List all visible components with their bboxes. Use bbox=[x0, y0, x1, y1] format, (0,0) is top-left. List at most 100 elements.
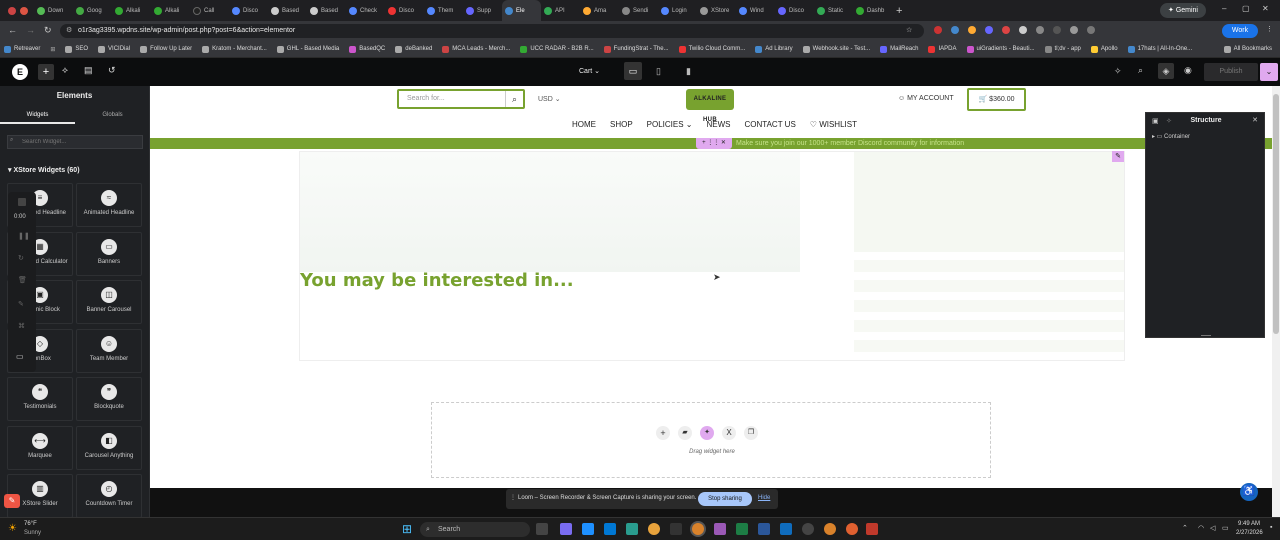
close-icon[interactable]: ✕ bbox=[1252, 116, 1258, 124]
widget-search-input[interactable] bbox=[7, 135, 143, 149]
search-icon[interactable]: ⌕ bbox=[1138, 65, 1143, 76]
browser-tab[interactable]: Call bbox=[190, 0, 229, 21]
extension-icon[interactable] bbox=[1002, 26, 1010, 34]
bookmark[interactable]: tl;dv - app bbox=[1044, 45, 1081, 53]
browser-tab[interactable]: Ama bbox=[580, 0, 619, 21]
forward-icon[interactable]: → bbox=[26, 25, 35, 35]
browser-tab[interactable]: Goog bbox=[73, 0, 112, 21]
site-logo[interactable]: ALKALINE HUB bbox=[686, 89, 734, 123]
nav-shop[interactable]: SHOP bbox=[610, 120, 633, 129]
section-handle[interactable]: + ⋮⋮ ✕ bbox=[696, 138, 732, 149]
app-icon[interactable] bbox=[780, 523, 792, 535]
nav-contact[interactable]: CONTACT US bbox=[745, 120, 796, 129]
chrome-active-icon[interactable] bbox=[692, 523, 704, 535]
bookmark[interactable]: FundingStrat - The... bbox=[603, 45, 669, 53]
search-icon[interactable]: ⌕ bbox=[505, 91, 523, 107]
stop-sharing-button[interactable]: Stop sharing bbox=[698, 492, 752, 506]
browser-tab[interactable]: Alkali bbox=[112, 0, 151, 21]
chrome-profile-icon[interactable] bbox=[846, 523, 858, 535]
site-settings-icon[interactable]: ⟡ bbox=[62, 65, 68, 76]
page-scrollbar[interactable] bbox=[1272, 86, 1280, 517]
browser-tab[interactable]: Sendi bbox=[619, 0, 658, 21]
windows-start-icon[interactable]: ⊞ bbox=[402, 522, 412, 536]
bookmark[interactable]: BasedQC bbox=[349, 45, 385, 53]
bookmark[interactable]: MCA Leads - Merch... bbox=[442, 45, 510, 53]
browser-tab[interactable]: Check bbox=[346, 0, 385, 21]
app-icon[interactable] bbox=[714, 523, 726, 535]
profile-work-button[interactable]: Work bbox=[1222, 24, 1258, 38]
all-bookmarks[interactable]: All Bookmarks bbox=[1223, 45, 1272, 53]
excel-icon[interactable] bbox=[736, 523, 748, 535]
site-search-input[interactable]: Search for... ⌕ bbox=[397, 89, 525, 109]
maximize-icon[interactable]: ▢ bbox=[1242, 4, 1250, 13]
currency-selector[interactable]: USD ⌄ bbox=[538, 95, 561, 103]
bookmark[interactable]: Twilio Cloud Comm... bbox=[678, 45, 745, 53]
stop-record-icon[interactable] bbox=[18, 198, 26, 206]
minimize-icon[interactable]: – bbox=[1222, 4, 1226, 13]
browser-tab[interactable]: Disco bbox=[229, 0, 268, 21]
browser-tab[interactable]: Static bbox=[814, 0, 853, 21]
accessibility-icon[interactable]: ♿ bbox=[1240, 483, 1258, 501]
publish-options-chevron-icon[interactable]: ⌄ bbox=[1260, 63, 1278, 81]
extension-icon[interactable] bbox=[1036, 26, 1044, 34]
bookmark[interactable]: deBanked bbox=[395, 45, 432, 53]
widget-countdown-timer[interactable]: ◴ Countdown Timer bbox=[76, 474, 142, 518]
bookmark[interactable]: Ad Library bbox=[755, 45, 793, 53]
app-icon[interactable] bbox=[626, 523, 638, 535]
resize-handle[interactable] bbox=[1201, 335, 1211, 336]
bookmark[interactable]: uiGradients - Beauti... bbox=[966, 45, 1035, 53]
widget-marquee[interactable]: ⟷ Marquee bbox=[7, 426, 73, 470]
bookmark[interactable]: MailReach bbox=[880, 45, 918, 53]
notification-bell-icon[interactable]: ▪ bbox=[1270, 524, 1272, 531]
browser-tab[interactable]: Dashb bbox=[853, 0, 892, 21]
app-icon[interactable] bbox=[866, 523, 878, 535]
ai-sparkle-icon[interactable]: ✦ bbox=[700, 426, 714, 440]
nav-policies[interactable]: POLICIES ⌄ bbox=[647, 120, 693, 129]
volume-icon[interactable]: ◁ bbox=[1210, 524, 1215, 532]
widget-carousel-anything[interactable]: ◧ Carousel Anything bbox=[76, 426, 142, 470]
bookmark[interactable]: UCC RADAR - B2B R... bbox=[520, 45, 594, 53]
bookmark[interactable]: Retreaver bbox=[4, 45, 40, 53]
task-view-icon[interactable] bbox=[536, 523, 548, 535]
camera-icon[interactable]: ⌘ bbox=[18, 322, 25, 330]
bookmark[interactable]: 17hats | All-In-One... bbox=[1127, 45, 1192, 53]
preview-eye-icon[interactable]: ◉ bbox=[1184, 65, 1192, 76]
browser-tab[interactable]: Wind bbox=[736, 0, 775, 21]
browser-tab[interactable]: Based bbox=[307, 0, 346, 21]
tablet-view-icon[interactable]: ▯ bbox=[656, 66, 661, 77]
extension-icon[interactable] bbox=[934, 26, 942, 34]
document-selector[interactable]: Cart ⌄ bbox=[579, 67, 600, 75]
back-icon[interactable]: ← bbox=[8, 25, 17, 35]
drop-zone[interactable]: + ▰ ✦ X ❐ Drag widget here bbox=[431, 402, 991, 478]
close-window-icon[interactable]: ✕ bbox=[1262, 4, 1269, 13]
wifi-icon[interactable]: ◠ bbox=[1198, 524, 1204, 532]
paste-icon[interactable]: ❐ bbox=[744, 426, 758, 440]
add-element-icon[interactable]: + bbox=[38, 64, 54, 80]
nav-wishlist[interactable]: ♡ WISHLIST bbox=[810, 120, 857, 129]
browser-menu-icon[interactable]: ⋮ bbox=[1266, 25, 1273, 33]
url-bar[interactable]: ⚙ o1r3ag3395.wpdns.site/wp-admin/post.ph… bbox=[60, 24, 924, 38]
mobile-view-icon[interactable]: ▮ bbox=[686, 66, 691, 77]
tab-widgets[interactable]: Widgets bbox=[0, 108, 75, 124]
taskbar-search[interactable]: ⌕ Search bbox=[420, 522, 530, 537]
add-section-icon[interactable]: + bbox=[656, 426, 670, 440]
hide-link[interactable]: Hide bbox=[758, 495, 770, 501]
browser-tab[interactable]: XStore bbox=[697, 0, 736, 21]
desktop-view-icon[interactable]: ▭ bbox=[624, 62, 642, 80]
bookmark-folder[interactable]: SEO bbox=[65, 45, 88, 53]
chrome-profile-icon[interactable] bbox=[824, 523, 836, 535]
new-tab-icon[interactable]: + bbox=[896, 5, 902, 17]
widget-team-member[interactable]: ☺ Team Member bbox=[76, 329, 142, 373]
history-icon[interactable]: ↺ bbox=[108, 65, 116, 76]
site-info-icon[interactable]: ⚙ bbox=[66, 24, 72, 38]
template-folder-icon[interactable]: ▰ bbox=[678, 426, 692, 440]
browser-tab[interactable]: Down bbox=[34, 0, 73, 21]
browser-tab[interactable]: Login bbox=[658, 0, 697, 21]
widget-banners[interactable]: ▭ Banners bbox=[76, 232, 142, 276]
extension-icon[interactable] bbox=[1053, 26, 1061, 34]
widget-blockquote[interactable]: ❞ Blockquote bbox=[76, 377, 142, 421]
extension-icon[interactable] bbox=[1070, 26, 1078, 34]
publish-button[interactable]: Publish bbox=[1204, 63, 1258, 81]
bookmark-folder[interactable]: Kratom - Merchant... bbox=[202, 45, 267, 53]
pause-icon[interactable]: ❚❚ bbox=[18, 232, 30, 240]
